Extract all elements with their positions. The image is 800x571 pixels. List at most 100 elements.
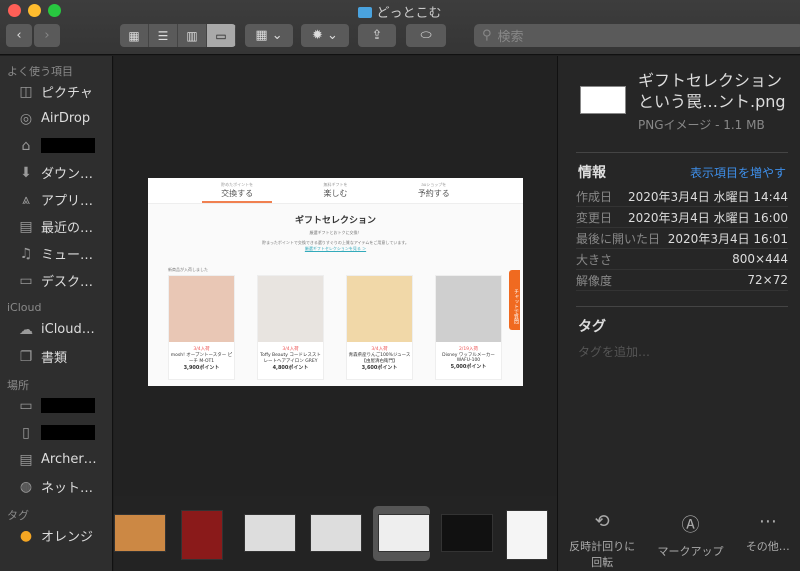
thumbnail-strip [114, 496, 557, 571]
airdrop-icon: ◎ [19, 110, 33, 127]
add-tag-input[interactable]: タグを追加… [578, 343, 650, 360]
sidebar-item-label: ネット… [41, 481, 94, 496]
info-row: 大きさ 800×444 [576, 249, 788, 270]
thumbnail[interactable] [114, 514, 166, 552]
ipad-icon: ▯ [22, 424, 30, 441]
sidebar-section-header: 場所 [7, 379, 29, 392]
file-kind: PNGイメージ - 1.1 MB [638, 118, 765, 132]
sidebar-item-label: Archer… [41, 452, 97, 467]
sidebar-section-header: iCloud [7, 301, 42, 314]
info-row: 解像度 72×72 [576, 270, 788, 291]
product-image [258, 276, 323, 342]
thumbnail[interactable] [378, 514, 430, 552]
tag-color-icon: ● [19, 527, 33, 544]
info-value: 2020年3月4日 水曜日 16:00 [627, 210, 788, 225]
sidebar-item[interactable]: ▭ デスク… [0, 267, 112, 294]
laptop-icon: ▭ [19, 397, 33, 414]
recents-icon: ▤ [19, 218, 33, 235]
info-row: 最後に開いた日 2020年3月4日 16:01 [576, 228, 788, 249]
product-card: 3/4入荷 mosh! オーブントースター ピーチ M-OT1 3,900ポイント [168, 275, 235, 380]
camera-icon: ◫ [19, 83, 33, 100]
info-key: 作成日 [576, 189, 613, 204]
chat-button: チャットで質問 [509, 270, 520, 330]
sidebar-item[interactable]: ⬇ ダウン… [0, 159, 112, 186]
thumbnail[interactable] [181, 510, 223, 560]
more-icon: ⋯ [758, 511, 777, 532]
info-key: 解像度 [576, 273, 613, 288]
preview-link: 厳選ギフトセレクションを見る ＞ [304, 246, 367, 251]
preview-tab: 貯めたポイントを 交換する [202, 178, 273, 203]
info-row: 変更日 2020年3月4日 水曜日 16:00 [576, 207, 788, 228]
action-label: その他… [745, 540, 790, 553]
thumbnail[interactable] [310, 514, 362, 552]
gallery-view-button[interactable]: ▭ [207, 24, 236, 47]
sidebar-item-label: 最近の… [41, 221, 94, 236]
product-image [436, 276, 501, 342]
thumbnail[interactable] [441, 514, 493, 552]
back-button[interactable]: ‹ [6, 24, 32, 47]
sidebar-item[interactable]: ♫ ミュー… [0, 240, 112, 267]
documents-icon: ❐ [19, 348, 33, 365]
music-icon: ♫ [19, 245, 33, 262]
product-name: 青森県産りんご100%ジュース【由屋清右衛門】 [348, 353, 411, 364]
sidebar-section-header: タグ [7, 509, 29, 522]
thumbnail[interactable] [244, 514, 296, 552]
rotate-left-icon: ⟲ [594, 511, 610, 532]
server-icon: ▤ [19, 451, 33, 468]
markup-button[interactable]: Ⓐ マークアップ [657, 511, 723, 570]
sidebar-item[interactable]: ⩓ アプリ… [0, 186, 112, 213]
sidebar-item[interactable]: ⌂ [0, 132, 112, 159]
cloud-icon: ☁ [19, 321, 33, 338]
sidebar-item[interactable]: ☁ iCloud… [0, 316, 112, 343]
column-view-button[interactable]: ▥ [178, 24, 207, 47]
product-card: 3/4入荷 Toffy Beauty コードレスストレートヘアアイロン GREY 4… [257, 275, 324, 380]
toolbar: どっとこむ ‹ › ▦ ☰ ▥ ▭ ▦ ⌄ ✹ ⌄ ⇪ ⬭ ⚲ 検索 [0, 0, 800, 55]
product-card: 2/19入荷 Disney ワッフルメーカー WAFU-100 5,000ポイント [435, 275, 502, 380]
applications-icon: ⩓ [22, 191, 30, 208]
show-more-link[interactable]: 表示項目を増やす [690, 164, 786, 181]
sidebar-item[interactable]: ◍ ネット… [0, 473, 112, 500]
product-image [169, 276, 234, 342]
info-value: 2020年3月4日 水曜日 14:44 [627, 189, 788, 204]
forward-button[interactable]: › [34, 24, 60, 47]
network-icon: ◍ [19, 478, 33, 495]
info-panel: ギフトセレクション という罠…ント.png PNGイメージ - 1.1 MB 情報… [557, 56, 800, 571]
sidebar-tag[interactable]: ● オレンジ [0, 522, 112, 549]
image-preview[interactable]: 貯めたポイントを 交換する 無料ギフトを 楽しむ auショップを 予約する ギフトセレクシ… [148, 178, 523, 386]
group-button[interactable]: ▦ ⌄ [245, 24, 293, 47]
sidebar-item[interactable]: ◫ ピクチャ [0, 78, 112, 105]
info-value: 2020年3月4日 16:01 [667, 231, 788, 246]
product-points: 3,600ポイント [361, 365, 398, 371]
sidebar-item-label: ダウン… [41, 167, 94, 182]
action-button[interactable]: ✹ ⌄ [301, 24, 349, 47]
sidebar-item-label: オレンジ [41, 530, 94, 545]
info-value: 72×72 [747, 273, 788, 287]
sidebar-item-label: AirDrop [41, 111, 91, 126]
sidebar-item[interactable]: ▤ 最近の… [0, 213, 112, 240]
product-name: Disney ワッフルメーカー WAFU-100 [442, 353, 495, 363]
sidebar-item[interactable]: ◎ AirDrop [0, 105, 112, 132]
new-label: 新商品が入荷しました [168, 267, 208, 272]
preview-tab: auショップを 予約する [417, 182, 450, 198]
icon-view-button[interactable]: ▦ [120, 24, 149, 47]
rotate-left-button[interactable]: ⟲ 反時計回りに 回転 [569, 511, 635, 570]
list-view-button[interactable]: ☰ [149, 24, 178, 47]
folder-icon [358, 7, 373, 18]
more-button[interactable]: ⋯ その他… [746, 511, 790, 570]
sidebar-item[interactable]: ▤ Archer… [0, 446, 112, 473]
markup-icon: Ⓐ [681, 515, 700, 536]
sidebar-item[interactable]: ❐ 書類 [0, 343, 112, 370]
info-row: 作成日 2020年3月4日 水曜日 14:44 [576, 186, 788, 207]
sidebar-section-header: よく使う項目 [7, 65, 73, 78]
sidebar-item[interactable]: ▯ [0, 419, 112, 446]
sidebar-item[interactable]: ▭ [0, 392, 112, 419]
tag-button[interactable]: ⬭ [406, 24, 446, 47]
share-button[interactable]: ⇪ [358, 24, 396, 47]
product-points: 3,900ポイント [183, 365, 220, 371]
window-title: どっとこむ [0, 2, 800, 21]
tags-header: タグ [578, 319, 606, 335]
search-input[interactable]: ⚲ 検索 [474, 24, 800, 47]
info-key: 大きさ [576, 252, 613, 267]
product-name: mosh! オーブントースター ピーチ M-OT1 [170, 353, 233, 364]
thumbnail[interactable] [506, 510, 548, 560]
